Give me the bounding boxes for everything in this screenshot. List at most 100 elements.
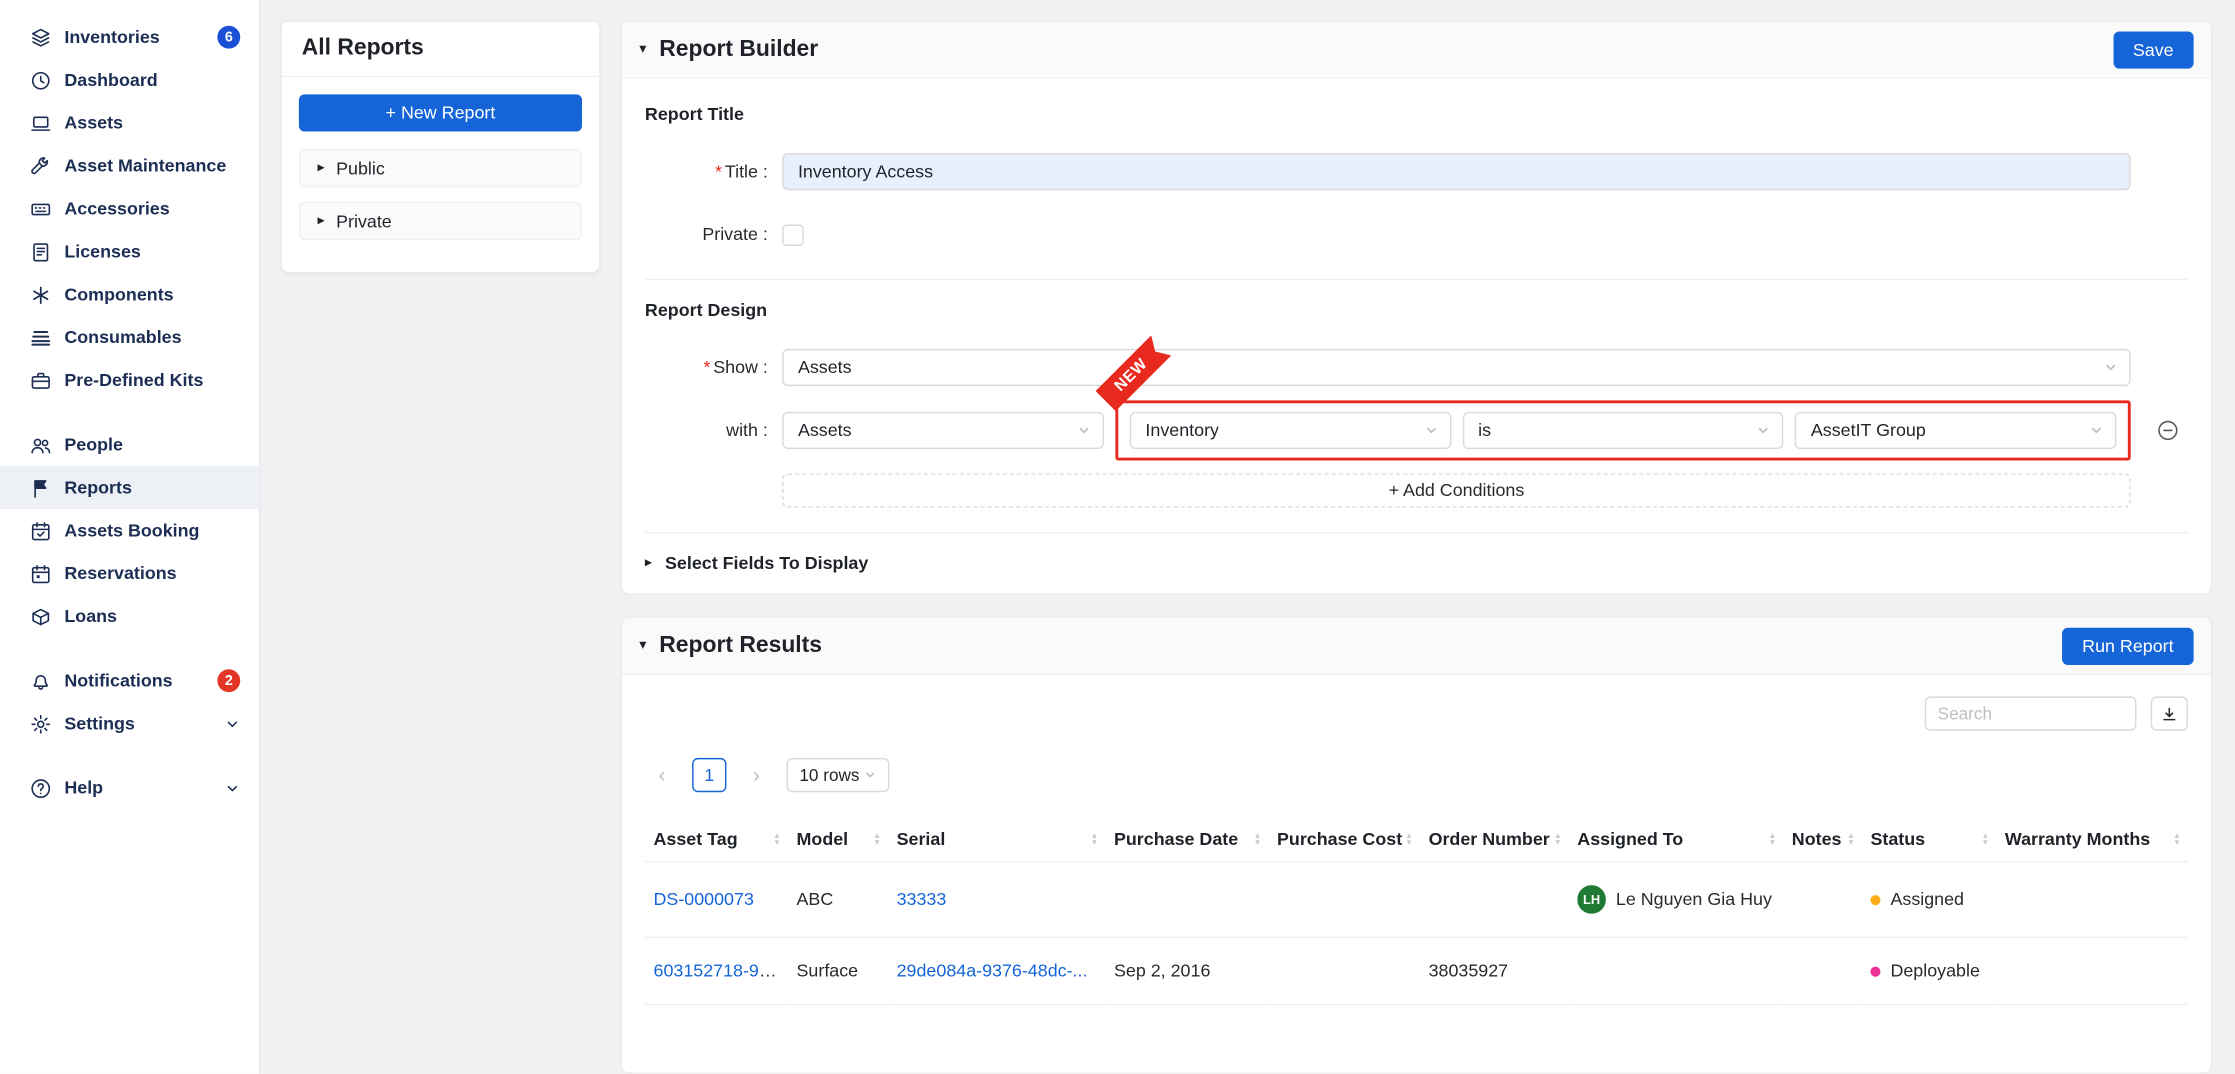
with-entity-select[interactable]: Assets (782, 412, 1104, 449)
download-button[interactable] (2151, 696, 2188, 730)
report-design-section: Report Design *Show : Assets wit (645, 280, 2188, 533)
calendar-icon (29, 562, 52, 585)
sidebar-item-label: Dashboard (64, 70, 240, 90)
sidebar-item-components[interactable]: Components (0, 273, 259, 316)
caret-right-icon: ▸ (317, 214, 324, 228)
column-header-model[interactable]: Model▴▾ (788, 818, 888, 862)
save-button[interactable]: Save (2113, 31, 2194, 68)
components-icon (29, 283, 52, 306)
condition-value-select[interactable]: AssetIT Group (1795, 412, 2116, 449)
sort-icon: ▴▾ (1092, 832, 1097, 846)
sidebar-item-consumables[interactable]: Consumables (0, 316, 259, 359)
with-label: with : (645, 420, 768, 440)
sidebar-item-loans[interactable]: Loans (0, 595, 259, 638)
sort-icon: ▴▾ (775, 832, 780, 846)
new-report-button[interactable]: + New Report (299, 94, 582, 131)
sort-icon: ▴▾ (1255, 832, 1260, 846)
sidebar-item-accessories[interactable]: Accessories (0, 187, 259, 230)
column-header-serial[interactable]: Serial▴▾ (888, 818, 1105, 862)
title-input[interactable] (782, 153, 2130, 190)
sidebar-item-label: Assets Booking (64, 521, 240, 541)
chevron-down-icon (2089, 423, 2103, 437)
chevron-down-icon (225, 716, 241, 732)
sidebar-item-assets-booking[interactable]: Assets Booking (0, 509, 259, 552)
select-fields-label: Select Fields To Display (665, 553, 868, 573)
column-header-notes[interactable]: Notes▴▾ (1783, 818, 1862, 862)
show-select[interactable]: Assets (782, 349, 2130, 386)
status-dot-icon (1870, 894, 1880, 904)
chevron-down-icon (1424, 423, 1438, 437)
folder-private[interactable]: ▸ Private (299, 202, 582, 241)
column-header-purchase-cost[interactable]: Purchase Cost▴▾ (1268, 818, 1420, 862)
condition-highlight-box: NEW Inventory is (1115, 400, 2130, 460)
condition-operator-select[interactable]: is (1462, 412, 1783, 449)
asset-tag-link[interactable]: DS-0000073 (654, 889, 754, 909)
sidebar-item-label: Accessories (64, 199, 240, 219)
sidebar-item-inventories[interactable]: Inventories 6 (0, 16, 259, 59)
sidebar-item-dashboard[interactable]: Dashboard (0, 59, 259, 102)
all-reports-panel: All Reports + New Report ▸ Public ▸ Priv… (280, 20, 600, 273)
calendar-check-icon (29, 519, 52, 542)
status-label: Deployable (1890, 961, 1979, 981)
briefcase-icon (29, 369, 52, 392)
status-cell: Deployable (1870, 961, 1987, 981)
rows-per-page-select[interactable]: 10 rows (787, 758, 890, 792)
run-report-button[interactable]: Run Report (2062, 627, 2193, 664)
column-header-order-number[interactable]: Order Number▴▾ (1420, 818, 1569, 862)
sort-icon: ▴▾ (1983, 832, 1988, 846)
sidebar-item-reservations[interactable]: Reservations (0, 552, 259, 595)
main-content: All Reports + New Report ▸ Public ▸ Priv… (260, 0, 2235, 1074)
asset-tag-link[interactable]: 603152718-9123 (654, 961, 788, 981)
private-checkbox[interactable] (782, 224, 803, 245)
report-results-title: Report Results (659, 633, 822, 659)
column-header-status[interactable]: Status▴▾ (1862, 818, 1996, 862)
serial-link[interactable]: 29de084a-9376-48dc-... (897, 961, 1088, 981)
column-header-assigned-to[interactable]: Assigned To▴▾ (1569, 818, 1784, 862)
sidebar-item-assets[interactable]: Assets (0, 102, 259, 145)
remove-condition-button[interactable] (2156, 419, 2179, 442)
report-builder-panel: ▾ Report Builder Save Report Title *Titl… (621, 20, 2213, 595)
condition-field-select[interactable]: Inventory (1130, 412, 1451, 449)
sidebar-item-label: Pre-Defined Kits (64, 370, 240, 390)
title-label: *Title : (645, 162, 768, 182)
assignee-name: Le Nguyen Gia Huy (1616, 889, 1772, 909)
sidebar-item-pre-defined-kits[interactable]: Pre-Defined Kits (0, 359, 259, 402)
model-cell: Surface (788, 937, 888, 1004)
search-input[interactable] (1925, 696, 2137, 730)
sidebar-item-label: Components (64, 285, 240, 305)
status-cell: Assigned (1870, 889, 1987, 909)
sidebar-item-label: Licenses (64, 242, 240, 262)
sidebar-item-help[interactable]: Help (0, 766, 259, 809)
column-header-warranty-months[interactable]: Warranty Months▴▾ (1996, 818, 2188, 862)
sidebar-item-people[interactable]: People (0, 423, 259, 466)
notes-cell (1783, 862, 1862, 938)
pagination-prev-button[interactable]: ‹ (645, 758, 679, 792)
table-row: 603152718-9123 Surface 29de084a-9376-48d… (645, 937, 2188, 1004)
sidebar-item-asset-maintenance[interactable]: Asset Maintenance (0, 144, 259, 187)
order-number-cell (1420, 862, 1569, 938)
pagination-next-button[interactable]: › (739, 758, 773, 792)
folder-public[interactable]: ▸ Public (299, 149, 582, 188)
report-builder-header[interactable]: ▾ Report Builder Save (622, 21, 2211, 78)
sidebar-item-settings[interactable]: Settings (0, 702, 259, 745)
add-conditions-button[interactable]: + Add Conditions (782, 473, 2130, 507)
report-results-header[interactable]: ▾ Report Results Run Report (622, 618, 2211, 675)
report-title-section: Report Title *Title : Private : (645, 84, 2188, 280)
show-label: *Show : (645, 358, 768, 378)
select-fields-toggle[interactable]: ▸ Select Fields To Display (645, 533, 2188, 593)
sidebar-item-licenses[interactable]: Licenses (0, 230, 259, 273)
column-header-asset-tag[interactable]: Asset Tag▴▾ (645, 818, 788, 862)
serial-link[interactable]: 33333 (897, 889, 947, 909)
purchase-cost-cell (1268, 862, 1420, 938)
purchase-date-cell: Sep 2, 2016 (1105, 937, 1268, 1004)
sidebar: Inventories 6 Dashboard Assets Asset Mai… (0, 0, 260, 1074)
sidebar-item-notifications[interactable]: Notifications 2 (0, 659, 259, 702)
sidebar-item-reports[interactable]: Reports (0, 466, 259, 509)
pagination-page-1[interactable]: 1 (692, 758, 726, 792)
bell-icon (29, 669, 52, 692)
sidebar-item-label: Assets (64, 113, 240, 133)
sort-icon: ▴▾ (1770, 832, 1775, 846)
column-header-purchase-date[interactable]: Purchase Date▴▾ (1105, 818, 1268, 862)
caret-down-icon: ▾ (639, 638, 646, 652)
help-icon (29, 776, 52, 799)
